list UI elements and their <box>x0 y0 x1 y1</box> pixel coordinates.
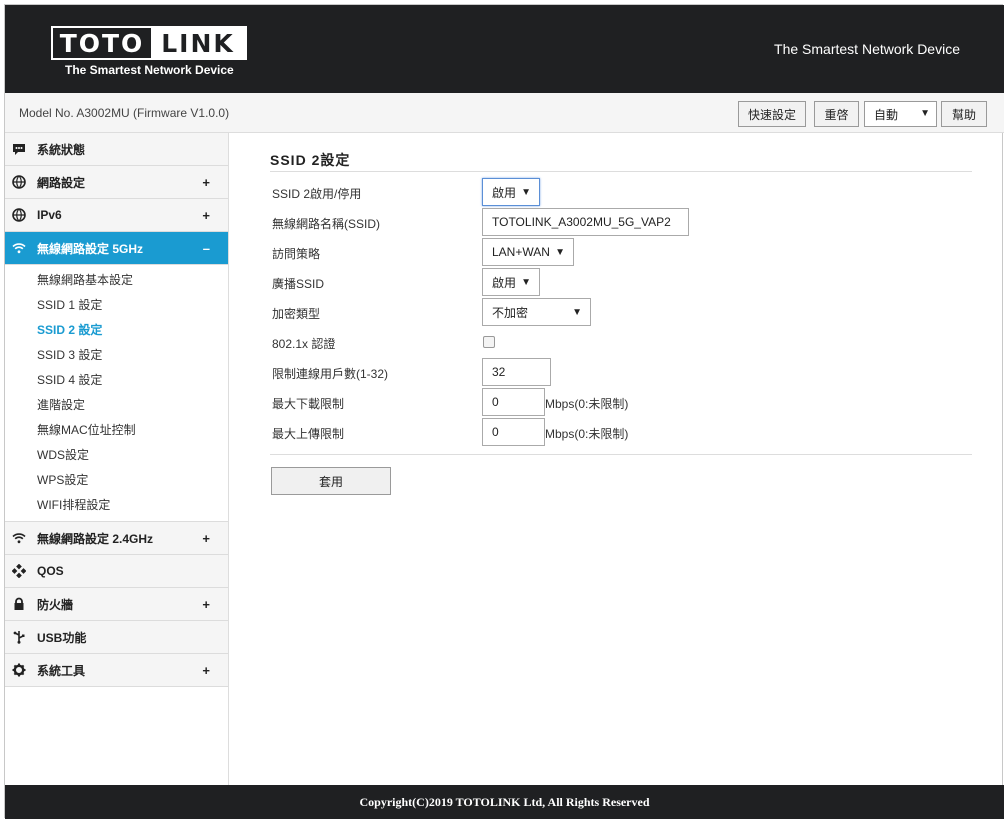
broadcast-ssid-select[interactable]: 啟用 ▼ <box>482 268 540 296</box>
submenu-item-wifi-schedule[interactable]: WIFI排程設定 <box>5 492 228 517</box>
usb-icon <box>13 631 25 644</box>
submenu-item-advanced[interactable]: 進階設定 <box>5 392 228 417</box>
sidebar-item-label: 系統工具 <box>37 663 86 678</box>
expand-plus-icon: + <box>202 175 210 190</box>
upload-unit: Mbps(0:未限制) <box>545 427 629 441</box>
submenu-item-wps[interactable]: WPS設定 <box>5 467 228 492</box>
download-limit-input[interactable]: 0 <box>482 388 545 416</box>
submenu-item-ssid1[interactable]: SSID 1 設定 <box>5 292 228 317</box>
globe-icon <box>12 208 26 222</box>
sidebar-item-label: 防火牆 <box>37 597 74 612</box>
copyright-text: Copyright(C)2019 TOTOLINK Ltd, All Right… <box>359 794 650 809</box>
model-number: Model No. A3002MU (Firmware V1.0.0) <box>19 106 230 120</box>
auth-8021x-checkbox[interactable] <box>483 336 495 348</box>
sidebar-item-usb[interactable]: USB功能 <box>5 621 228 654</box>
sidebar-item-label: QOS <box>37 564 64 578</box>
apply-button[interactable]: 套用 <box>271 467 391 495</box>
form-divider <box>270 454 972 455</box>
sidebar-item-label: 網路設定 <box>37 175 86 190</box>
expand-plus-icon: + <box>202 531 210 546</box>
enable-selected-value: 啟用 <box>492 185 517 200</box>
enable-select[interactable]: 啟用 ▼ <box>482 178 540 206</box>
encryption-selected-value: 不加密 <box>492 305 529 320</box>
access-policy-select[interactable]: LAN+WAN ▼ <box>482 238 574 266</box>
upload-limit-label: 最大上傳限制 <box>272 427 345 441</box>
encryption-select[interactable]: 不加密 ▼ <box>482 298 591 326</box>
max-clients-input[interactable]: 32 <box>482 358 551 386</box>
submenu-item-ssid4[interactable]: SSID 4 設定 <box>5 367 228 392</box>
sidebar-item-system-status[interactable]: 系統狀態 <box>5 133 228 166</box>
wireless-5ghz-submenu: 無線網路基本設定 SSID 1 設定 SSID 2 設定 SSID 3 設定 S… <box>5 265 228 522</box>
language-select[interactable]: 自動 ▼ <box>864 101 937 127</box>
access-policy-label: 訪問策略 <box>272 247 321 261</box>
sidebar-item-label: IPv6 <box>37 208 62 222</box>
sidebar-item-label: 無線網路設定 2.4GHz <box>37 531 154 546</box>
router-admin-page: TOTO LINK The Smartest Network Device Th… <box>4 4 1004 819</box>
sidebar-item-wireless-5ghz[interactable]: 無線網路設定 5GHz – <box>5 232 228 265</box>
encryption-label: 加密類型 <box>272 307 321 321</box>
sidebar-item-wireless-24ghz[interactable]: 無線網路設定 2.4GHz + <box>5 522 228 555</box>
sidebar-item-qos[interactable]: QOS <box>5 555 228 588</box>
dropdown-arrow-icon: ▼ <box>521 277 531 288</box>
help-button[interactable]: 幫助 <box>941 101 987 127</box>
sidebar-item-label: USB功能 <box>37 630 87 645</box>
dropdown-arrow-icon: ▼ <box>555 247 565 258</box>
footer-bar: Copyright(C)2019 TOTOLINK Ltd, All Right… <box>5 785 1004 819</box>
language-selected-value: 自動 <box>874 107 899 122</box>
broadcast-ssid-label: 廣播SSID <box>272 277 325 291</box>
submenu-item-basic[interactable]: 無線網路基本設定 <box>5 267 228 292</box>
auth-8021x-label: 802.1x 認證 <box>272 337 336 351</box>
wifi-icon <box>12 243 26 254</box>
title-divider <box>270 171 972 172</box>
chat-icon <box>13 144 25 155</box>
lock-icon <box>14 597 24 610</box>
broadcast-selected-value: 啟用 <box>492 275 517 290</box>
header-tagline: The Smartest Network Device <box>774 41 960 57</box>
logo-right-text: LINK <box>151 28 245 58</box>
header-bar: TOTO LINK The Smartest Network Device Th… <box>5 5 1004 93</box>
quick-setup-button[interactable]: 快速設定 <box>738 101 806 127</box>
logo-left-text: TOTO <box>59 28 145 58</box>
dropdown-arrow-icon: ▼ <box>920 108 930 119</box>
globe-icon <box>12 175 26 189</box>
enable-label: SSID 2啟用/停用 <box>272 187 362 201</box>
submenu-item-ssid3[interactable]: SSID 3 設定 <box>5 342 228 367</box>
expand-plus-icon: + <box>202 663 210 678</box>
expand-plus-icon: + <box>202 597 210 612</box>
submenu-item-ssid2[interactable]: SSID 2 設定 <box>5 317 228 342</box>
max-clients-label: 限制連線用戶數(1-32) <box>272 367 389 381</box>
submenu-item-mac-control[interactable]: 無線MAC位址控制 <box>5 417 228 442</box>
page-title: SSID 2設定 <box>270 152 351 168</box>
sidebar-item-label: 系統狀態 <box>37 142 86 157</box>
expand-plus-icon: + <box>202 208 210 223</box>
dropdown-arrow-icon: ▼ <box>521 187 531 198</box>
wifi-icon <box>12 533 26 544</box>
sidebar-item-ipv6[interactable]: IPv6 + <box>5 199 228 232</box>
sidebar-item-system-tools[interactable]: 系統工具 + <box>5 654 228 687</box>
logo-tagline: The Smartest Network Device <box>65 63 234 77</box>
submenu-item-wds[interactable]: WDS設定 <box>5 442 228 467</box>
upload-limit-input[interactable]: 0 <box>482 418 545 446</box>
reboot-button[interactable]: 重啓 <box>814 101 859 127</box>
qos-icon <box>12 564 26 578</box>
collapse-minus-icon: – <box>202 241 210 256</box>
sidebar-menu: 系統狀態 網路設定 + IPv6 + 無線網路設定 5GHz – 無線網路基本設… <box>5 133 229 785</box>
download-unit: Mbps(0:未限制) <box>545 397 629 411</box>
dropdown-arrow-icon: ▼ <box>572 307 582 318</box>
ssid-input[interactable]: TOTOLINK_A3002MU_5G_VAP2 <box>482 208 689 236</box>
ssid-label: 無線網路名稱(SSID) <box>272 217 381 231</box>
download-limit-label: 最大下載限制 <box>272 397 345 411</box>
sidebar-item-network[interactable]: 網路設定 + <box>5 166 228 199</box>
sidebar-item-label: 無線網路設定 5GHz <box>37 241 144 256</box>
access-policy-selected-value: LAN+WAN <box>492 245 550 259</box>
model-bar: Model No. A3002MU (Firmware V1.0.0) 快速設定… <box>5 93 1004 133</box>
gear-icon <box>12 663 26 677</box>
totolink-logo: TOTO LINK <box>51 26 247 60</box>
sidebar-item-firewall[interactable]: 防火牆 + <box>5 588 228 621</box>
